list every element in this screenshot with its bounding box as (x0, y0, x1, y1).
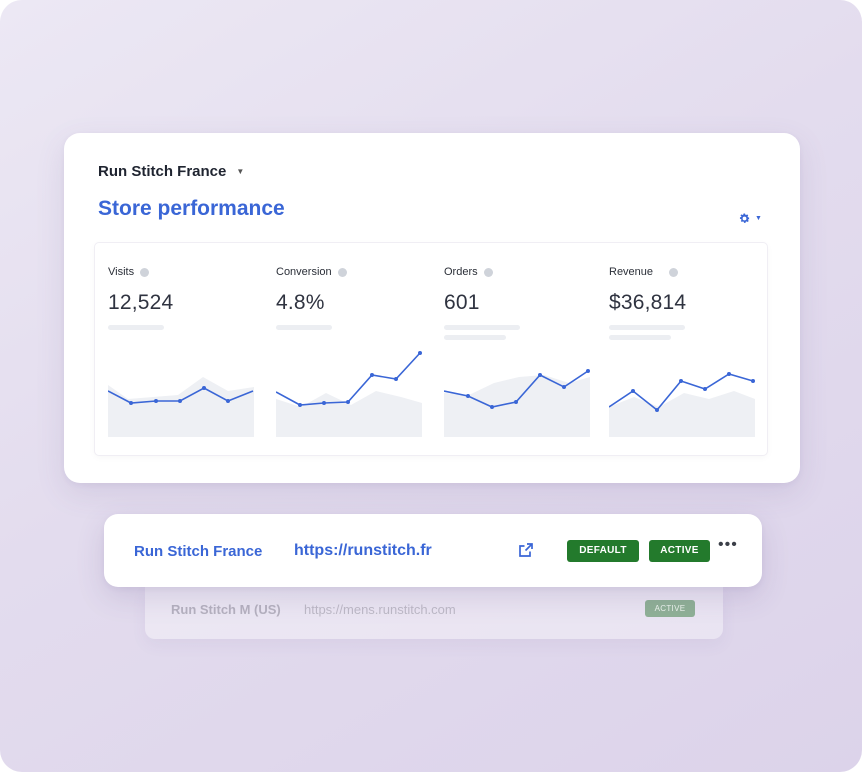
metric-label: Conversion (276, 266, 332, 278)
status-badge-active: ACTIVE (645, 600, 695, 617)
metric-revenue[interactable]: Revenue $36,814 (609, 243, 755, 455)
metric-value: $36,814 (609, 291, 687, 314)
store-name: Run Stitch France (134, 543, 263, 560)
metric-conversion[interactable]: Conversion 4.8% (276, 243, 422, 455)
background: Run Stitch France ▼ Store performance ▼ … (0, 0, 862, 772)
status-badge-default: DEFAULT (567, 540, 639, 562)
metrics-panel: Visits 12,524 Conversion 4.8% Orders 601… (95, 243, 767, 455)
store-row-us[interactable]: Run Stitch M (US) https://mens.runstitch… (145, 587, 723, 639)
metric-value: 601 (444, 291, 480, 314)
skeleton-bar (444, 335, 506, 340)
store-url[interactable]: https://runstitch.fr (294, 542, 432, 560)
info-icon[interactable] (337, 267, 347, 277)
settings-menu-button[interactable]: ▼ (738, 212, 762, 225)
chevron-down-icon: ▼ (236, 167, 245, 176)
store-performance-card: Run Stitch France ▼ Store performance ▼ … (64, 133, 800, 483)
page-title: Store performance (98, 197, 285, 220)
store-selector[interactable]: Run Stitch France ▼ (98, 163, 244, 180)
more-icon[interactable]: ••• (718, 536, 738, 554)
store-name: Run Stitch M (US) (171, 602, 281, 617)
metric-value: 12,524 (108, 291, 174, 314)
conversion-sparkline (276, 351, 422, 437)
external-link-button[interactable] (518, 542, 534, 563)
skeleton-bar (609, 325, 685, 330)
orders-sparkline (444, 369, 590, 437)
status-badge-active: ACTIVE (649, 540, 710, 562)
skeleton-bar (609, 335, 671, 340)
metric-value: 4.8% (276, 291, 325, 314)
metric-label: Orders (444, 266, 478, 278)
visits-sparkline (108, 377, 254, 437)
info-icon[interactable] (669, 267, 679, 277)
revenue-sparkline (609, 372, 755, 437)
metric-label: Visits (108, 266, 135, 278)
store-row-france[interactable]: Run Stitch France https://runstitch.fr D… (104, 514, 762, 587)
skeleton-bar (108, 325, 164, 330)
skeleton-bar (444, 325, 520, 330)
store-selector-label: Run Stitch France (98, 163, 227, 180)
metric-orders[interactable]: Orders 601 (444, 243, 590, 455)
skeleton-bar (276, 325, 332, 330)
metric-label: Revenue (609, 266, 654, 278)
external-link-icon (519, 543, 533, 557)
store-url[interactable]: https://mens.runstitch.com (304, 602, 456, 617)
gear-icon (739, 213, 750, 223)
chevron-down-icon: ▼ (755, 215, 762, 222)
info-icon[interactable] (483, 267, 493, 277)
metric-visits[interactable]: Visits 12,524 (108, 243, 254, 455)
info-icon[interactable] (140, 267, 150, 277)
